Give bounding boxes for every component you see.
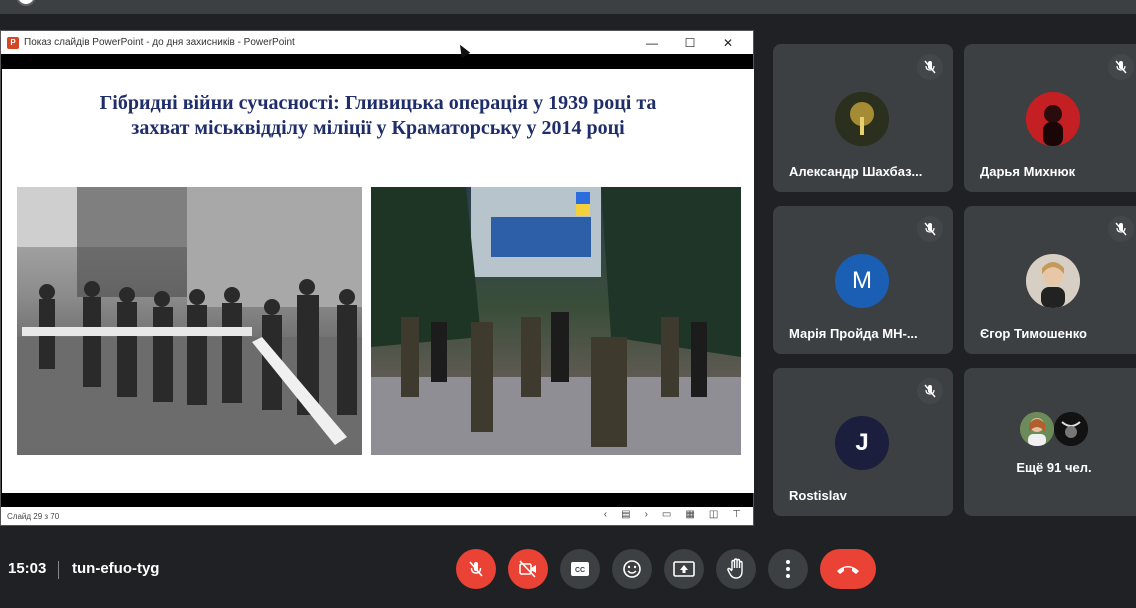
- participant-name: Марія Пройда МН-...: [789, 326, 918, 341]
- avatar: [1020, 412, 1054, 446]
- meeting-code[interactable]: tun-efuo-tyg: [72, 560, 159, 577]
- avatar: [1026, 254, 1080, 308]
- mic-toggle-button[interactable]: [456, 549, 496, 589]
- captions-button[interactable]: CC: [560, 549, 600, 589]
- more-vert-icon: [786, 560, 790, 578]
- presentation-window: P Показ слайдів PowerPoint - до дня захи…: [0, 30, 754, 526]
- participant-tile[interactable]: Єгор Тимошенко: [964, 206, 1136, 354]
- avatar: M: [835, 254, 889, 308]
- window-controls: — ☐ ✕: [633, 31, 747, 54]
- present-button[interactable]: [664, 549, 704, 589]
- avatar: J: [835, 416, 889, 470]
- avatar: [835, 92, 889, 146]
- powerpoint-icon: P: [7, 36, 19, 49]
- present-icon: [673, 561, 695, 577]
- meeting-time: 15:03: [8, 560, 47, 577]
- raise-hand-button[interactable]: [716, 549, 756, 589]
- mic-off-icon: [469, 561, 483, 577]
- ppt-title-text: Показ слайдів PowerPoint - до дня захисн…: [24, 37, 295, 48]
- sorter-view-icon[interactable]: ▦: [685, 509, 694, 520]
- avatar: [1054, 412, 1088, 446]
- police-building-image: [371, 187, 741, 455]
- next-slide-icon[interactable]: ›: [645, 509, 648, 520]
- more-participants-tile[interactable]: Ещё 91 чел.: [964, 368, 1136, 516]
- slide-list-icon[interactable]: ▤: [621, 509, 630, 520]
- slide-title: Гібридні війни сучасності: Гливицька опе…: [42, 91, 714, 141]
- participant-name: Єгор Тимошенко: [980, 326, 1088, 341]
- slide-title-line1: Гібридні війни сучасності: Гливицька опе…: [99, 92, 657, 114]
- normal-view-icon[interactable]: ▭: [662, 509, 671, 520]
- maximize-button[interactable]: ☐: [671, 36, 709, 50]
- prev-slide-icon[interactable]: ‹: [604, 509, 607, 520]
- more-participants-label: Ещё 91 чел.: [1016, 460, 1092, 475]
- camera-off-icon: [519, 560, 536, 578]
- participant-name: Rostislav: [789, 488, 847, 503]
- end-call-icon: [837, 566, 859, 574]
- mic-muted-icon: [917, 216, 943, 242]
- avatar: [1026, 92, 1080, 146]
- slide-counter: Слайд 29 з 70: [7, 511, 60, 521]
- slideshow-controls: ‹ ▤ › ▭ ▦ ◫ ⊤: [604, 509, 741, 520]
- emoji-button[interactable]: [612, 549, 652, 589]
- close-button[interactable]: ✕: [709, 36, 747, 50]
- participant-tile[interactable]: Александр Шахбаз...: [773, 44, 953, 192]
- emoji-icon: [623, 560, 641, 578]
- captions-icon: CC: [571, 562, 589, 576]
- camera-toggle-button[interactable]: [508, 549, 548, 589]
- top-strip: [0, 0, 1136, 14]
- captions-label: CC: [575, 567, 585, 574]
- slideshow-view-icon[interactable]: ⊤: [732, 509, 741, 520]
- mic-muted-icon: [917, 54, 943, 80]
- participant-tile[interactable]: J Rostislav: [773, 368, 953, 516]
- minimize-button[interactable]: —: [633, 36, 671, 50]
- divider: [58, 561, 59, 579]
- kramatorsk-photo: [371, 187, 741, 455]
- mic-muted-icon: [1108, 216, 1134, 242]
- ppt-statusbar: Слайд 29 з 70 ‹ ▤ › ▭ ▦ ◫ ⊤: [1, 507, 753, 525]
- mic-muted-icon: [917, 378, 943, 404]
- participant-tile[interactable]: M Марія Пройда МН-...: [773, 206, 953, 354]
- slide-title-line2: захват міськвідділу міліції у Краматорсь…: [131, 117, 625, 139]
- ppt-titlebar[interactable]: P Показ слайдів PowerPoint - до дня захи…: [1, 31, 753, 54]
- participant-name: Александр Шахбаз...: [789, 164, 923, 179]
- slide[interactable]: Гібридні війни сучасності: Гливицька опе…: [2, 69, 754, 493]
- soldiers-barrier-image: [17, 187, 362, 455]
- meet-window: P Показ слайдів PowerPoint - до дня захи…: [0, 0, 1136, 608]
- reading-view-icon[interactable]: ◫: [709, 509, 718, 520]
- raise-hand-icon: [727, 558, 743, 579]
- participant-tile[interactable]: Дарья Михнюк: [964, 44, 1136, 192]
- mic-muted-icon: [1108, 54, 1134, 80]
- more-options-button[interactable]: [768, 549, 808, 589]
- participant-name: Дарья Михнюк: [980, 164, 1076, 179]
- historical-photo: [17, 187, 362, 455]
- end-call-button[interactable]: [820, 549, 876, 589]
